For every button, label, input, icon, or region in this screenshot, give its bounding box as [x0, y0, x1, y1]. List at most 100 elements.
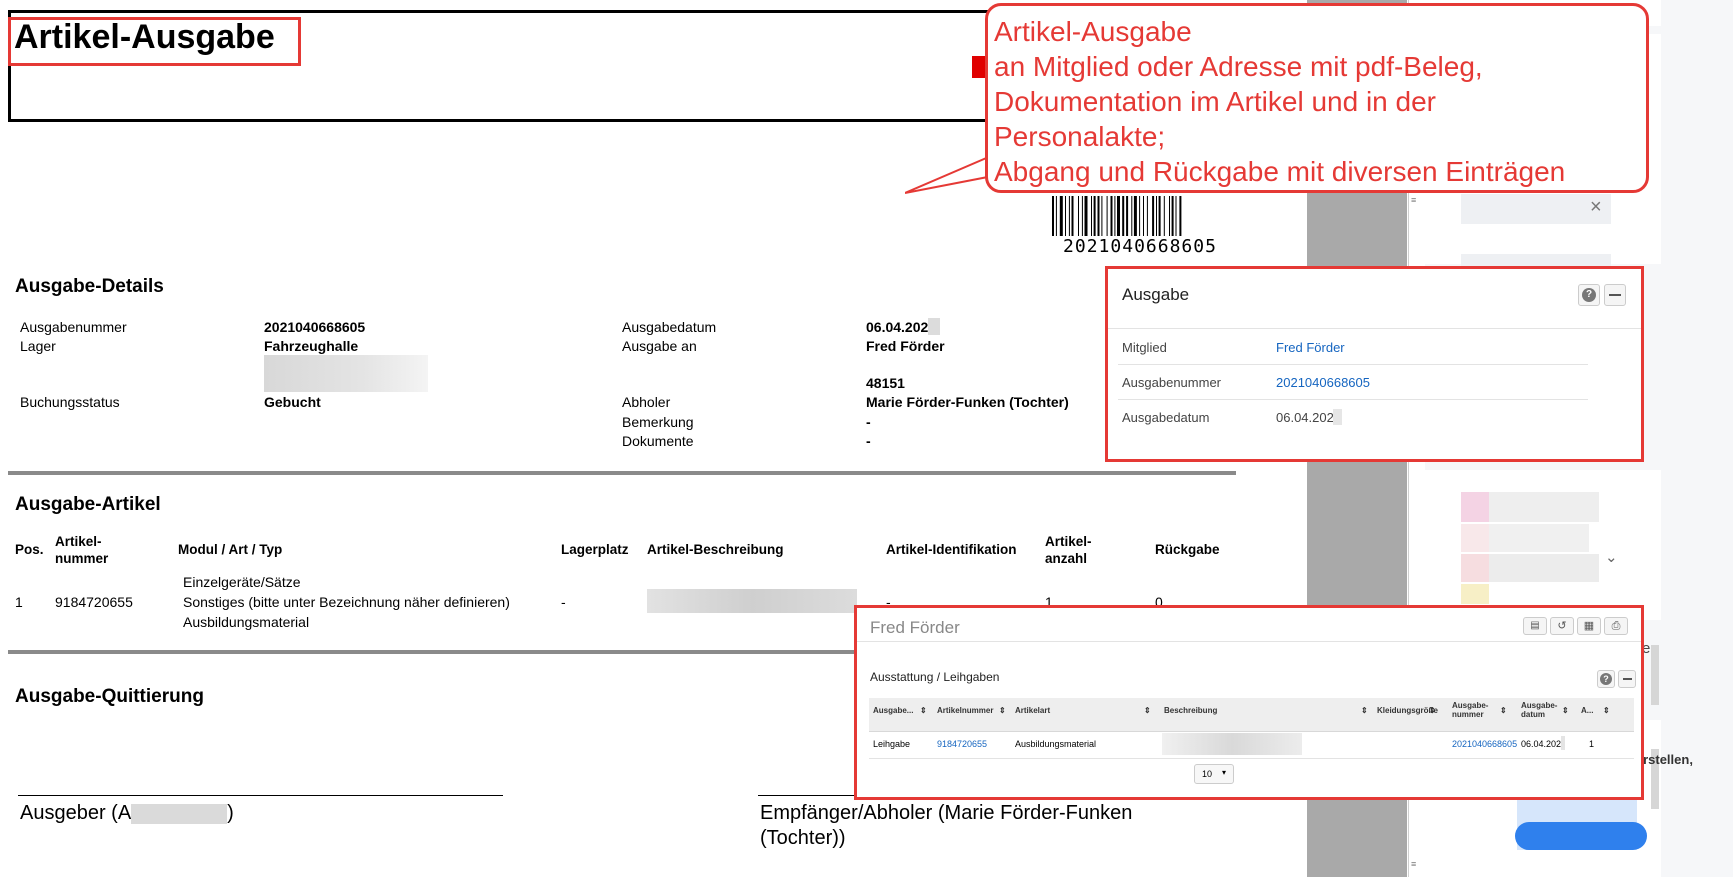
col-beschreibung: Artikel-Beschreibung — [647, 542, 784, 557]
history-icon: ↺ — [1557, 620, 1567, 632]
ausgabenummer-link[interactable]: 2021040668605 — [1276, 375, 1370, 390]
section-divider — [8, 471, 1236, 475]
ausgabedatum-card-value: 06.04.202 — [1276, 410, 1334, 425]
barcode-bar — [1146, 196, 1148, 236]
side-blur-row-3 — [1489, 554, 1599, 582]
barcode-bar — [1169, 196, 1170, 236]
callout-line-5: Abgang und Rückgabe mit diversen Einträg… — [994, 156, 1566, 187]
print-icon: ⎙ — [1611, 620, 1621, 632]
expand-chevron-down-icon[interactable]: ⌄ — [1605, 548, 1618, 566]
quittierung-heading: Ausgabe-Quittierung — [15, 686, 204, 707]
redacted-date-digit-table — [1561, 736, 1565, 750]
barcode-bar — [1078, 196, 1079, 236]
col-identifikation: Artikel-Identifikation — [886, 542, 1017, 557]
redacted-ausgeber — [131, 803, 228, 824]
scroll-grip-icon-bottom[interactable]: ≡ — [1411, 860, 1420, 869]
abholer-value: Marie Förder-Funken (Tochter) — [866, 394, 1069, 410]
dokumente-value: - — [866, 433, 871, 449]
section-help-button[interactable]: ? — [1597, 670, 1615, 688]
grid-icon: ▦ — [1583, 620, 1595, 632]
ausgabe-card-title: Ausgabe — [1122, 285, 1190, 304]
print-button[interactable]: ⎙ — [1604, 617, 1628, 635]
callout-line-2: an Mitglied oder Adresse mit pdf-Beleg, — [994, 51, 1483, 82]
sort-icon[interactable]: ⇕ — [1562, 706, 1569, 715]
th-beschreibung[interactable]: Beschreibung — [1164, 706, 1217, 715]
card-divider — [1108, 328, 1641, 329]
side-input-blur — [1461, 194, 1611, 224]
fred-foerder-card: Fred Förder ▤ ↺ ▦ ⎙ Ausstattung / Leihga… — [854, 605, 1644, 800]
page-size-select[interactable]: 10 ▾ — [1194, 764, 1234, 784]
th-ausgabe-typ[interactable]: Ausgabe... — [873, 706, 913, 715]
barcode-bar — [1055, 196, 1057, 236]
ausgabedatum-label: Ausgabedatum — [622, 319, 717, 335]
barcode-bar — [1097, 196, 1100, 236]
section-title: Ausstattung / Leihgaben — [870, 670, 1000, 684]
sort-icon[interactable]: ⇕ — [1500, 706, 1507, 715]
lager-label: Lager — [20, 338, 56, 354]
section-minimize-button[interactable] — [1618, 670, 1636, 688]
clear-x-icon[interactable]: × — [1590, 196, 1602, 219]
ausgeber-signature-line — [18, 795, 503, 796]
ausgabe-card: Ausgabe ? Mitglied Fred Förder Ausgabenu… — [1105, 266, 1644, 462]
side-swatch-pink — [1461, 492, 1489, 522]
side-blue-button[interactable] — [1515, 822, 1647, 850]
barcode-bar — [1175, 196, 1177, 236]
sort-icon[interactable]: ⇕ — [1429, 706, 1436, 715]
th-artikelnummer[interactable]: Artikelnummer — [937, 706, 993, 715]
row-pos: 1 — [15, 594, 23, 610]
barcode-bar — [1139, 196, 1141, 236]
cell-ausgabenummer-link[interactable]: 2021040668605 — [1452, 739, 1517, 749]
callout-line-1: Artikel-Ausgabe — [994, 16, 1192, 47]
barcode-bar — [1081, 196, 1083, 236]
abholer-label: Abholer — [622, 394, 671, 410]
table-header-border — [869, 731, 1634, 732]
fred-card-divider — [857, 641, 1641, 642]
help-button[interactable]: ? — [1578, 284, 1600, 306]
barcode-bar — [1131, 196, 1133, 236]
card-view-button[interactable]: ▤ — [1523, 617, 1547, 635]
page-size-value: 10 — [1202, 769, 1213, 779]
redacted-beschreibung — [647, 589, 857, 613]
barcode-bar — [1122, 196, 1125, 236]
sort-icon[interactable]: ⇕ — [1144, 706, 1151, 715]
empfaenger-signature-label: Empfänger/Abholer (Marie Förder-Funken (… — [760, 802, 1133, 849]
th-ausgabedatum[interactable]: Ausgabe-datum — [1521, 701, 1557, 719]
col-artikelnummer: Artikel-nummer — [55, 534, 109, 566]
barcode-bar — [1152, 196, 1155, 236]
buchungsstatus-label: Buchungsstatus — [20, 394, 120, 410]
sort-icon[interactable]: ⇕ — [1361, 706, 1368, 715]
row-modul-2: Sonstiges (bitte unter Bezeichnung näher… — [183, 594, 510, 610]
lager-value: Fahrzeughalle — [264, 338, 359, 354]
history-button[interactable]: ↺ — [1550, 617, 1574, 635]
question-icon: ? — [1600, 673, 1612, 685]
mitglied-link[interactable]: Fred Förder — [1276, 340, 1345, 355]
cell-artikelnummer-link[interactable]: 9184720655 — [937, 739, 987, 749]
th-artikelart[interactable]: Artikelart — [1015, 706, 1050, 715]
side-blur-row-2 — [1489, 524, 1589, 552]
title-highlight-box — [8, 17, 301, 66]
side-swatch-yellow — [1461, 584, 1489, 604]
sort-icon[interactable]: ⇕ — [920, 706, 927, 715]
scroll-grip-icon[interactable]: ≡ — [1411, 196, 1420, 205]
barcode-bar — [1133, 196, 1137, 236]
barcode-bar — [1052, 196, 1054, 236]
side-card-middle: ⌄ — [1425, 470, 1661, 620]
th-anzahl[interactable]: A... — [1581, 706, 1593, 715]
callout-line-4: Personalakte; — [994, 121, 1166, 152]
callout-annotation: Artikel-Ausgabe an Mitglied oder Adresse… — [985, 3, 1649, 193]
grid-view-button[interactable]: ▦ — [1577, 617, 1601, 635]
row-lagerplatz: - — [561, 594, 566, 610]
row-modul-3: Ausbildungsmaterial — [183, 614, 310, 630]
sort-icon[interactable]: ⇕ — [999, 706, 1006, 715]
cell-datum: 06.04.202 — [1521, 739, 1562, 749]
side-inner-scrollbar[interactable] — [1651, 645, 1659, 705]
barcode-bar — [1065, 196, 1066, 236]
dropdown-caret-icon: ▾ — [1222, 768, 1227, 777]
side-swatch-rose — [1461, 524, 1489, 552]
barcode-bar — [1126, 196, 1129, 236]
col-rueckgabe: Rückgabe — [1155, 542, 1220, 557]
sort-icon[interactable]: ⇕ — [1603, 706, 1610, 715]
minimize-button[interactable] — [1604, 284, 1626, 306]
th-ausgabenummer[interactable]: Ausgabe-nummer — [1452, 701, 1488, 719]
ausgabedatum-card-label: Ausgabedatum — [1122, 410, 1210, 425]
